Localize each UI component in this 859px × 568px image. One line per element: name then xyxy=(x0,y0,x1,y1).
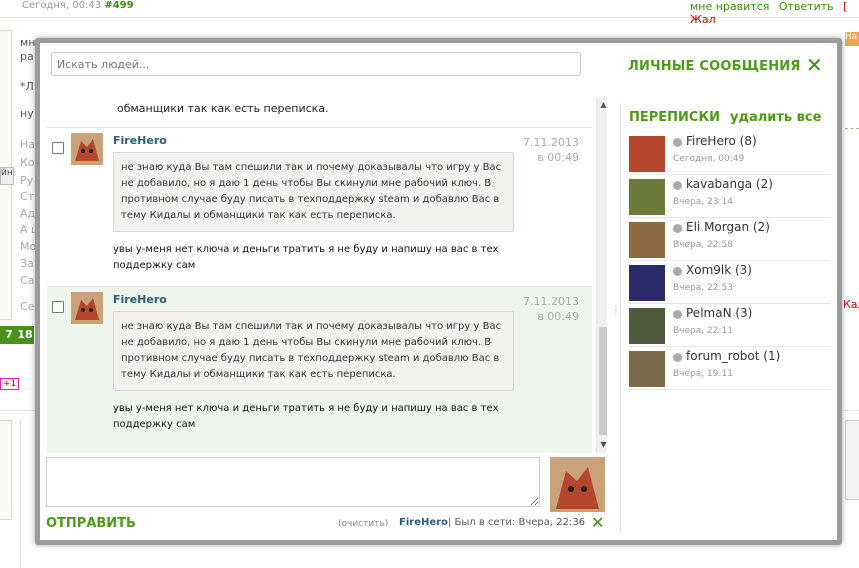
conversation-item[interactable]: PelmaN (3) Вчера, 22:11 xyxy=(629,305,831,347)
right-red-link[interactable]: Кал xyxy=(843,298,859,311)
conversation-item[interactable]: kavabanga (2) Вчера, 23:14 xyxy=(629,176,831,218)
conversation-time: Вчера, 22:53 xyxy=(673,283,733,293)
conversation-item[interactable]: forum_robot (1) Вчера, 19:11 xyxy=(629,348,831,390)
offline-status-icon xyxy=(673,353,682,362)
message-author[interactable]: FireHero xyxy=(113,293,167,306)
sidebar-text-fragment: За xyxy=(20,257,34,270)
message-date-day: 7.11.2013 xyxy=(523,136,579,149)
conversation-name: forum_robot (1) xyxy=(686,349,781,363)
sidebar-text-fragment: Ру xyxy=(20,174,34,187)
plus-badge[interactable]: +1 xyxy=(0,378,20,390)
conversation-item[interactable]: Eli Morgan (2) Вчера, 22:58 xyxy=(629,219,831,261)
avatar xyxy=(629,265,665,301)
conversation-item[interactable]: FireHero (8) Сегодня, 00:49 xyxy=(629,133,831,175)
pane-divider xyxy=(620,103,621,533)
conversation-name: Xom9lk (3) xyxy=(686,263,752,277)
thread-scrollbar[interactable]: ▲ ▼ xyxy=(596,97,607,453)
message-body: увы у-меня нет ключа и деньги тратить я … xyxy=(113,403,499,430)
sidebar-text-fragment: Са xyxy=(20,274,35,287)
editor-border xyxy=(20,420,21,568)
conversation-time: Вчера, 19:11 xyxy=(673,369,733,379)
editor-toolbar-edge xyxy=(845,420,859,500)
avatar xyxy=(71,133,103,165)
message-item: FireHero 7.11.2013 в 00:49 не знаю куда … xyxy=(47,286,592,453)
message-text-snippet: обманщики так как есть переписка. xyxy=(117,102,329,115)
right-badge: На xyxy=(845,32,859,46)
offline-status-icon xyxy=(673,138,682,147)
post-meta: Сегодня, 00:43 #499 xyxy=(22,0,134,11)
conversation-item[interactable]: Xom9lk (3) Вчера, 22:53 xyxy=(629,262,831,304)
offline-status-icon xyxy=(673,267,682,276)
post-text-fragment: мн xyxy=(20,36,36,49)
sidebar-text-fragment: Ст xyxy=(20,190,35,203)
recipient-name[interactable]: FireHero xyxy=(399,517,448,528)
conversation-name: FireHero (8) xyxy=(686,134,757,148)
message-quote: не знаю куда Вы там спешили так и почему… xyxy=(113,311,514,391)
send-button[interactable]: ОТПРАВИТЬ xyxy=(46,516,136,531)
conversations-title: ПЕРЕПИСКИ xyxy=(629,110,720,125)
reply-link[interactable]: Ответить xyxy=(779,0,834,13)
sidebar-text-fragment: Мо xyxy=(20,240,37,253)
close-conversation-icon[interactable]: ✕ xyxy=(591,513,604,532)
message-date-time: в 00:49 xyxy=(537,310,579,323)
recipient-status: | Был в сети: Вчера, 22:36 xyxy=(448,517,586,528)
conversation-time: Вчера, 22:11 xyxy=(673,326,733,336)
private-messages-dialog: ЛИЧНЫЕ СООБЩЕНИЯ ✕ обманщики так как ест… xyxy=(35,38,842,545)
message-date-time: в 00:49 xyxy=(537,151,579,164)
post-text-fragment: *Л xyxy=(20,80,34,93)
sidebar-text-fragment: Ко xyxy=(20,156,35,169)
post-text-fragment: ну xyxy=(20,107,34,120)
conversation-time: Вчера, 22:58 xyxy=(673,240,733,250)
dialog-title: ЛИЧНЫЕ СООБЩЕНИЯ xyxy=(628,59,801,74)
sidebar-text-fragment: На xyxy=(20,138,36,151)
scrollbar-thumb[interactable] xyxy=(599,327,607,435)
post-actions: мне нравится Ответить [ Жал xyxy=(690,0,859,26)
side-tab[interactable]: йн xyxy=(0,167,14,185)
message-body: увы у-меня нет ключа и деньги тратить я … xyxy=(113,244,499,271)
conversation-name: Eli Morgan (2) xyxy=(686,220,770,234)
post-date: Сегодня, 00:43 xyxy=(22,0,102,11)
delete-all-link[interactable]: удалить все xyxy=(730,110,821,125)
post-number-link[interactable]: #499 xyxy=(104,0,133,11)
message-date-day: 7.11.2013 xyxy=(523,295,579,308)
avatar xyxy=(629,351,665,387)
avatar xyxy=(629,222,665,258)
avatar xyxy=(629,136,665,172)
conversation-time: Вчера, 23:14 xyxy=(673,197,733,207)
avatar xyxy=(550,457,605,512)
message-item: FireHero 7.11.2013 в 00:49 не знаю куда … xyxy=(47,127,592,286)
message-date: 7.11.2013 в 00:49 xyxy=(517,135,579,165)
dashed-divider xyxy=(845,128,859,129)
sidebar-text-fragment: Се xyxy=(20,300,35,313)
avatar xyxy=(629,179,665,215)
avatar xyxy=(71,292,103,324)
close-dialog-icon[interactable]: ✕ xyxy=(806,54,823,76)
page-link[interactable]: 18 xyxy=(16,326,34,344)
message-date: 7.11.2013 в 00:49 xyxy=(517,294,579,324)
offline-status-icon xyxy=(673,224,682,233)
offline-status-icon xyxy=(673,181,682,190)
clear-link[interactable]: (очистить) xyxy=(338,519,388,529)
conversation-name: kavabanga (2) xyxy=(686,177,773,191)
conversation-name: PelmaN (3) xyxy=(686,306,753,320)
scroll-up-icon[interactable]: ▲ xyxy=(597,99,607,111)
like-link[interactable]: мне нравится xyxy=(690,0,769,13)
message-thread: обманщики так как есть переписка. FireHe… xyxy=(47,97,607,453)
people-search-input[interactable] xyxy=(51,52,581,76)
offline-status-icon xyxy=(673,310,682,319)
scroll-down-icon[interactable]: ▼ xyxy=(597,439,607,451)
message-compose-field[interactable] xyxy=(46,457,540,507)
avatar xyxy=(629,308,665,344)
message-author[interactable]: FireHero xyxy=(113,134,167,147)
editor-frame xyxy=(0,420,12,520)
message-select-checkbox[interactable] xyxy=(52,301,64,313)
message-select-checkbox[interactable] xyxy=(52,142,64,154)
sidebar-text-fragment: Ад xyxy=(20,207,36,220)
message-quote: не знаю куда Вы там спешили так и почему… xyxy=(113,152,514,232)
side-tab-label: йн xyxy=(1,168,13,178)
post-text-fragment: ра xyxy=(20,50,34,63)
conversation-time: Сегодня, 00:49 xyxy=(673,154,745,164)
